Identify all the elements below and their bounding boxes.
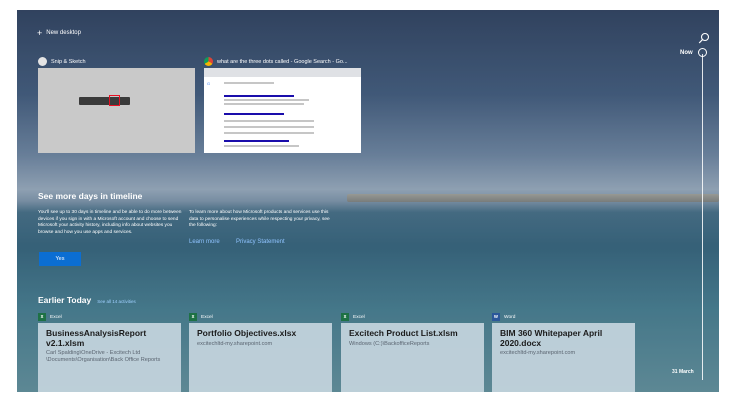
- result-line: [224, 120, 314, 122]
- timeline-now-label: Now: [680, 50, 693, 56]
- activity-card[interactable]: BusinessAnalysisReport v2.1.xlsm Carl Sp…: [38, 323, 181, 392]
- learn-more-link[interactable]: Learn more: [189, 239, 220, 245]
- card-app-name: Word: [504, 314, 516, 320]
- card-app-name: Excel: [201, 314, 213, 320]
- browser-tabbar: [204, 68, 361, 77]
- plus-icon: +: [37, 28, 43, 38]
- window-thumbnail-chrome[interactable]: G: [204, 68, 361, 153]
- excel-icon: x: [189, 313, 197, 321]
- excel-icon: x: [341, 313, 349, 321]
- word-icon: w: [492, 313, 500, 321]
- snip-sketch-icon: [38, 57, 47, 66]
- window-title-snip[interactable]: Snip & Sketch: [38, 57, 86, 66]
- chrome-icon: [204, 57, 213, 66]
- card-title: BIM 360 Whitepaper April 2020.docx: [500, 328, 603, 348]
- new-desktop-button[interactable]: + New desktop: [37, 28, 81, 38]
- window-title-text: Snip & Sketch: [51, 58, 86, 65]
- snip-selected-tool: [109, 95, 120, 106]
- card-app-header: x Excel: [189, 313, 213, 321]
- result-line: [224, 140, 289, 142]
- result-line: [224, 126, 314, 128]
- promo-right-text: To learn more about how Microsoft produc…: [189, 210, 330, 229]
- card-location: Windows (C:)\BackofficeReports: [349, 340, 430, 347]
- window-title-chrome[interactable]: what are the three dots called - Google …: [204, 57, 348, 66]
- new-desktop-label: New desktop: [46, 30, 81, 36]
- card-location: excitechltd-my.sharepoint.com: [500, 350, 576, 356]
- card-app-header: x Excel: [341, 313, 365, 321]
- card-app-name: Excel: [353, 314, 365, 320]
- card-title: BusinessAnalysisReport v2.1.xlsm: [46, 328, 147, 348]
- result-line: [224, 113, 284, 115]
- promo-heading: See more days in timeline: [38, 191, 143, 201]
- search-icon[interactable]: [698, 32, 710, 44]
- snip-toolbar: [79, 97, 130, 105]
- result-line: [224, 132, 314, 134]
- yes-button[interactable]: Yes: [39, 252, 81, 266]
- card-location: Carl Spalding\OneDrive - Excitech Ltd \D…: [46, 350, 161, 363]
- timeline-screen: + New desktop Now 31 March Snip & Sketch…: [17, 10, 719, 392]
- card-location: excitechltd-my.sharepoint.com: [197, 340, 273, 347]
- card-app-header: w Word: [492, 313, 515, 321]
- search-box-shape: [224, 82, 274, 84]
- earlier-today-header: Earlier Today See all 14 activities: [38, 295, 136, 305]
- google-logo-icon: G: [207, 81, 211, 86]
- see-all-activities-link[interactable]: See all 14 activities: [97, 299, 136, 304]
- promo-left-text: You'll see up to 30 days in timeline and…: [38, 210, 182, 235]
- result-line: [224, 103, 304, 105]
- timeline-date-label: 31 March: [672, 369, 694, 375]
- card-app-header: x Excel: [38, 313, 62, 321]
- privacy-statement-link[interactable]: Privacy Statement: [236, 239, 285, 245]
- card-title: Portfolio Objectives.xlsx: [197, 328, 297, 338]
- timeline-now-marker[interactable]: [698, 48, 707, 57]
- excel-icon: x: [38, 313, 46, 321]
- card-app-name: Excel: [50, 314, 62, 320]
- card-title: Excitech Product List.xlsm: [349, 328, 458, 338]
- activity-card[interactable]: BIM 360 Whitepaper April 2020.docx excit…: [492, 323, 635, 392]
- activity-card[interactable]: Portfolio Objectives.xlsx excitechltd-my…: [189, 323, 332, 392]
- timeline-scrollbar[interactable]: [702, 54, 703, 380]
- activity-card[interactable]: Excitech Product List.xlsm Windows (C:)\…: [341, 323, 484, 392]
- window-thumbnail-snip[interactable]: [38, 68, 195, 153]
- result-line: [224, 95, 294, 97]
- earlier-today-title: Earlier Today: [38, 295, 92, 305]
- window-title-text: what are the three dots called - Google …: [217, 58, 348, 65]
- result-line: [224, 99, 309, 101]
- result-line: [224, 145, 299, 147]
